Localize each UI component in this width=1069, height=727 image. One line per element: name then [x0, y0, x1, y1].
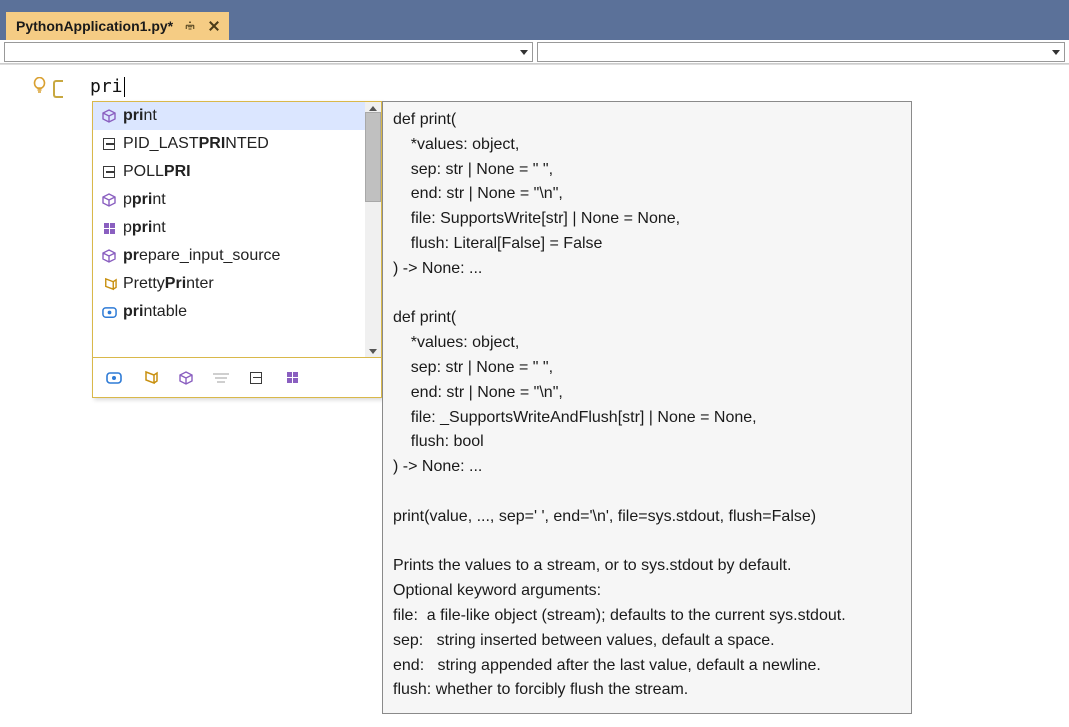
scrollbar-thumb[interactable]: [365, 112, 381, 202]
code-text: pri: [90, 76, 125, 97]
intellisense-filter-bar: [93, 357, 381, 397]
filter-classes-icon[interactable]: [141, 369, 159, 387]
interface-icon: [101, 304, 117, 320]
filter-interfaces-icon[interactable]: [105, 369, 123, 387]
intellisense-item[interactable]: prepare_input_source: [93, 242, 381, 270]
const-icon: [101, 136, 117, 152]
intellisense-item-label: PrettyPrinter: [123, 275, 214, 293]
filter-constants-icon[interactable]: [247, 369, 265, 387]
intellisense-item[interactable]: printable: [93, 298, 381, 326]
intellisense-list[interactable]: print PID_LASTPRINTED POLLPRI pprint pprint p…: [93, 102, 381, 357]
intellisense-item[interactable]: POLLPRI: [93, 158, 381, 186]
scrollbar[interactable]: [365, 102, 381, 357]
scroll-down-icon[interactable]: [365, 345, 381, 357]
scope-dropdown[interactable]: [4, 42, 533, 62]
intellisense-item-label: pprint: [123, 191, 166, 209]
intellisense-item[interactable]: pprint: [93, 214, 381, 242]
class-yellow-icon: [101, 276, 117, 292]
cube-icon: [101, 192, 117, 208]
intellisense-item[interactable]: pprint: [93, 186, 381, 214]
module-icon: [101, 220, 117, 236]
intellisense-item-label: prepare_input_source: [123, 247, 280, 265]
gutter-icons: [32, 77, 63, 100]
filter-snippets-icon[interactable]: [213, 369, 229, 387]
cube-icon: [101, 108, 117, 124]
intellisense-popup[interactable]: print PID_LASTPRINTED POLLPRI pprint pprint p…: [92, 101, 382, 398]
filter-modules-icon[interactable]: [283, 369, 301, 387]
navigation-dropdown-row: [0, 40, 1069, 64]
cube-icon: [101, 248, 117, 264]
bracket-icon: [53, 80, 63, 98]
intellisense-item-label: POLLPRI: [123, 163, 191, 181]
lightbulb-icon[interactable]: [32, 77, 47, 100]
tab-active[interactable]: PythonApplication1.py*: [6, 12, 229, 40]
intellisense-item-label: PID_LASTPRINTED: [123, 135, 269, 153]
pin-icon[interactable]: [183, 19, 197, 33]
editor-area[interactable]: pri print PID_LASTPRINTED POLLPRI pprint ppr…: [0, 64, 1069, 727]
tab-title: PythonApplication1.py*: [16, 18, 173, 34]
text-cursor: [124, 77, 125, 97]
const-icon: [101, 164, 117, 180]
intellisense-item-label: pprint: [123, 219, 166, 237]
member-dropdown[interactable]: [537, 42, 1066, 62]
close-icon[interactable]: [207, 19, 221, 33]
intellisense-item-label: printable: [123, 303, 187, 321]
intellisense-item[interactable]: PID_LASTPRINTED: [93, 130, 381, 158]
tab-bar: PythonApplication1.py*: [0, 10, 1069, 40]
intellisense-item[interactable]: print: [93, 102, 381, 130]
window-titlebar: [0, 0, 1069, 10]
intellisense-item-label: print: [123, 107, 157, 125]
signature-tooltip: def print( *values: object, sep: str | N…: [382, 101, 912, 714]
intellisense-item[interactable]: PrettyPrinter: [93, 270, 381, 298]
filter-methods-icon[interactable]: [177, 369, 195, 387]
